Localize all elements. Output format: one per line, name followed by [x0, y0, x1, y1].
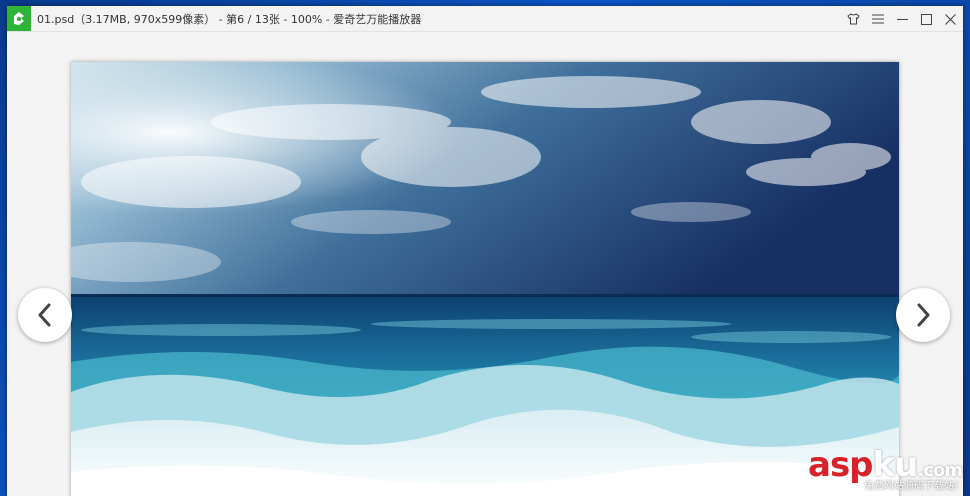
image-viewer — [7, 32, 963, 496]
previous-image-button[interactable] — [18, 288, 72, 342]
app-logo-icon[interactable] — [7, 6, 31, 31]
menu-icon[interactable] — [868, 9, 888, 29]
chevron-right-icon — [917, 303, 930, 327]
watermark-subtitle: 免费网站源码下载站! — [863, 481, 958, 492]
skin-shirt-icon[interactable] — [843, 9, 863, 29]
site-watermark: aspku.com 免费网站源码下载站! — [792, 448, 963, 492]
chevron-left-icon — [38, 303, 51, 327]
next-image-button[interactable] — [896, 288, 950, 342]
window-title: 01.psd（3.17MB, 970x599像素） - 第6 / 13张 - 1… — [37, 13, 422, 26]
maximize-icon[interactable] — [916, 9, 936, 29]
title-bar[interactable]: 01.psd（3.17MB, 970x599像素） - 第6 / 13张 - 1… — [7, 6, 963, 32]
ocean-waves-photo — [71, 62, 899, 496]
player-window: 01.psd（3.17MB, 970x599像素） - 第6 / 13张 - 1… — [7, 6, 963, 496]
minimize-icon[interactable] — [892, 9, 912, 29]
close-icon[interactable] — [940, 9, 960, 29]
